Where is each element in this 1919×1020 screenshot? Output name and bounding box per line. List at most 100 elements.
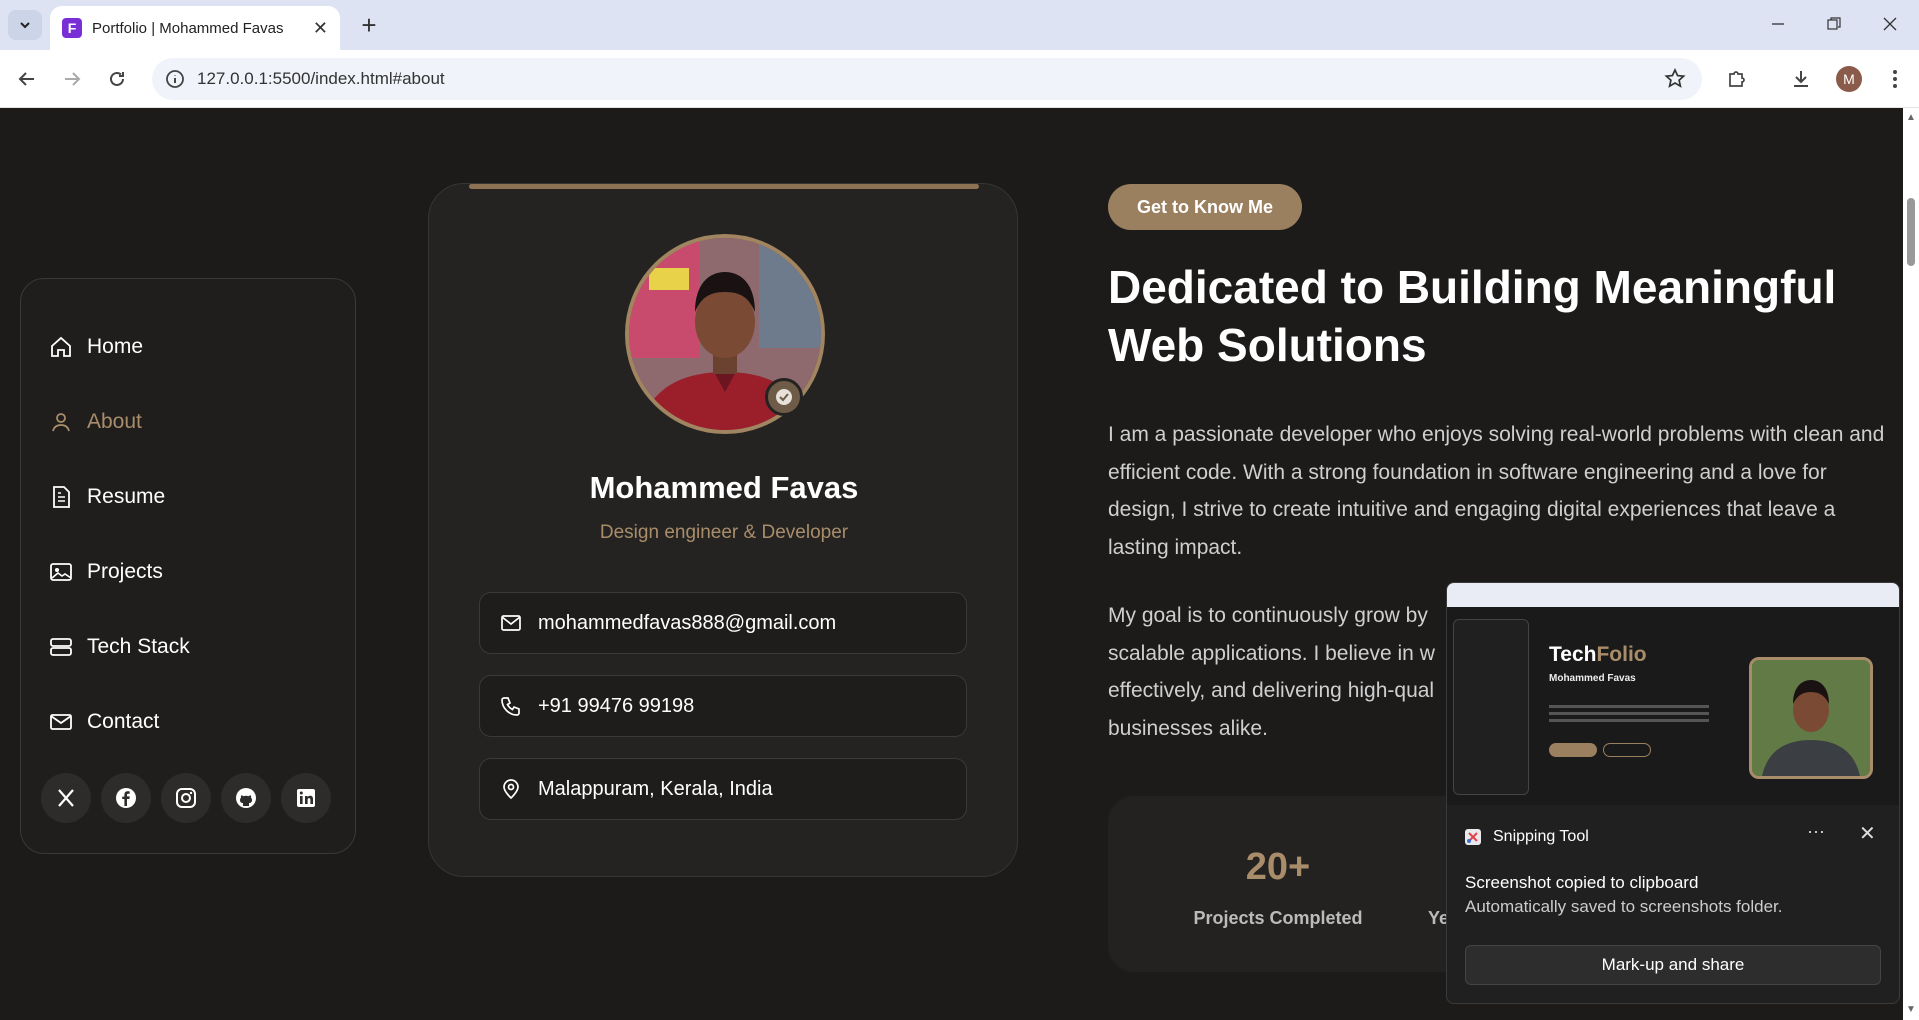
verified-badge [765, 378, 803, 416]
browser-tab[interactable]: F Portfolio | Mohammed Favas ✕ [50, 6, 340, 50]
page-scrollbar[interactable]: ▲ ▼ [1903, 108, 1919, 1020]
restore-button[interactable] [1814, 8, 1854, 40]
location-info[interactable]: Malappuram, Kerala, India [479, 758, 967, 820]
reload-button[interactable] [102, 64, 132, 94]
minimize-icon [1772, 23, 1784, 25]
phone-info[interactable]: +91 99476 99198 [479, 675, 967, 737]
arrow-right-icon [65, 72, 81, 86]
toast-message: Screenshot copied to clipboard [1465, 873, 1699, 892]
x-icon [58, 789, 74, 807]
sidebar-item-resume[interactable]: Resume [49, 477, 165, 517]
thumbnail-name: Mohammed Favas [1549, 673, 1636, 684]
close-icon [1883, 17, 1897, 31]
address-bar[interactable]: 127.0.0.1:5500/index.html#about [152, 58, 1702, 100]
server-icon [50, 638, 72, 656]
linkedin-social-link[interactable] [281, 773, 331, 823]
linkedin-icon [297, 789, 315, 807]
about-heading: Dedicated to Building Meaningful Web Sol… [1108, 261, 1837, 371]
sidebar-item-label: Projects [87, 560, 163, 583]
bookmark-star-icon[interactable] [1664, 68, 1686, 90]
sidebar-nav: Home About Resume Projects Tech Stack Co… [20, 278, 356, 854]
email-info[interactable]: mohammedfavas888@gmail.com [479, 592, 967, 654]
arrow-left-icon [18, 72, 34, 86]
toast-app-header: Snipping Tool [1463, 827, 1589, 847]
tab-title: Portfolio | Mohammed Favas [92, 19, 284, 37]
new-tab-button[interactable]: + [352, 8, 386, 42]
home-icon [51, 336, 71, 357]
thumbnail-person-illustration [1752, 660, 1870, 776]
github-social-link[interactable] [221, 773, 271, 823]
sidebar-item-home[interactable]: Home [49, 327, 143, 367]
snipping-tool-icon [1465, 829, 1481, 845]
sidebar-item-projects[interactable]: Projects [49, 552, 163, 592]
tab-search-button[interactable] [8, 10, 42, 40]
scroll-down-icon[interactable]: ▼ [1906, 1004, 1916, 1015]
thumbnail-browser-bar [1447, 583, 1899, 607]
sidebar-item-tech-stack[interactable]: Tech Stack [49, 627, 190, 667]
forward-button[interactable] [57, 64, 87, 94]
close-window-button[interactable] [1870, 8, 1910, 40]
thumbnail-sidebar [1453, 619, 1529, 795]
thumbnail-brand: TechFolio [1549, 643, 1647, 666]
instagram-icon [176, 788, 196, 808]
screenshot-thumbnail[interactable]: TechFolio Mohammed Favas [1447, 583, 1899, 805]
user-icon [52, 413, 70, 432]
close-tab-icon[interactable]: ✕ [313, 18, 328, 39]
reload-icon [110, 71, 124, 86]
email-text: mohammedfavas888@gmail.com [538, 611, 837, 634]
thumbnail-photo [1749, 657, 1873, 779]
x-social-link[interactable] [41, 773, 91, 823]
facebook-social-link[interactable] [101, 773, 151, 823]
thumbnail-secondary-cta [1603, 743, 1651, 757]
section-pill: Get to Know Me [1108, 184, 1302, 230]
back-button[interactable] [12, 64, 42, 94]
sidebar-item-label: About [87, 410, 142, 433]
facebook-icon [116, 788, 136, 808]
github-icon [236, 788, 256, 808]
check-circle-icon [776, 389, 792, 405]
markup-share-button[interactable]: Mark-up and share [1465, 945, 1881, 985]
image-icon [50, 563, 72, 581]
downloads-button[interactable] [1786, 64, 1816, 94]
thumbnail-text-lines [1549, 705, 1709, 708]
scroll-up-icon[interactable]: ▲ [1906, 112, 1916, 123]
instagram-social-link[interactable] [161, 773, 211, 823]
profile-avatar[interactable]: M [1836, 66, 1862, 92]
about-paragraph-1: I am a passionate developer who enjoys s… [1108, 423, 1885, 559]
mail-icon [50, 714, 72, 730]
thumbnail-cta [1549, 743, 1597, 757]
minimize-button[interactable] [1758, 8, 1798, 40]
puzzle-icon [1729, 71, 1745, 87]
sidebar-item-label: Resume [87, 485, 166, 508]
stat-label: Projects Completed [1193, 908, 1363, 928]
card-accent-bar [469, 184, 979, 189]
sidebar-item-label: Tech Stack [87, 635, 190, 658]
browser-toolbar: 127.0.0.1:5500/index.html#about M [0, 50, 1919, 108]
info-icon[interactable] [164, 68, 186, 90]
phone-icon [501, 697, 520, 716]
sidebar-item-about[interactable]: About [49, 402, 142, 442]
scrollbar-thumb[interactable] [1907, 198, 1915, 266]
toast-app-name: Snipping Tool [1493, 828, 1589, 845]
snipping-tool-notification[interactable]: TechFolio Mohammed Favas Snipping Tool ·… [1446, 582, 1900, 1004]
sidebar-item-label: Home [87, 335, 144, 358]
phone-text: +91 99476 99198 [538, 694, 695, 717]
more-vertical-icon [1893, 70, 1897, 88]
map-pin-icon [503, 779, 519, 800]
more-options-icon[interactable]: ··· [1807, 821, 1825, 842]
sidebar-item-label: Contact [87, 710, 160, 733]
profile-role: Design engineer & Developer [599, 522, 849, 543]
chevron-down-icon [20, 22, 30, 29]
restore-icon [1827, 17, 1841, 30]
menu-button[interactable] [1880, 64, 1910, 94]
location-text: Malappuram, Kerala, India [538, 777, 773, 800]
extensions-button[interactable] [1722, 64, 1752, 94]
mail-icon [501, 615, 521, 631]
close-icon[interactable]: ✕ [1859, 821, 1876, 846]
url-text: 127.0.0.1:5500/index.html#about [197, 69, 445, 88]
profile-name: Mohammed Favas [589, 470, 859, 505]
sidebar-item-contact[interactable]: Contact [49, 702, 159, 742]
favicon: F [62, 18, 82, 38]
tab-strip: F Portfolio | Mohammed Favas ✕ + [0, 0, 1919, 50]
document-icon [53, 486, 70, 508]
